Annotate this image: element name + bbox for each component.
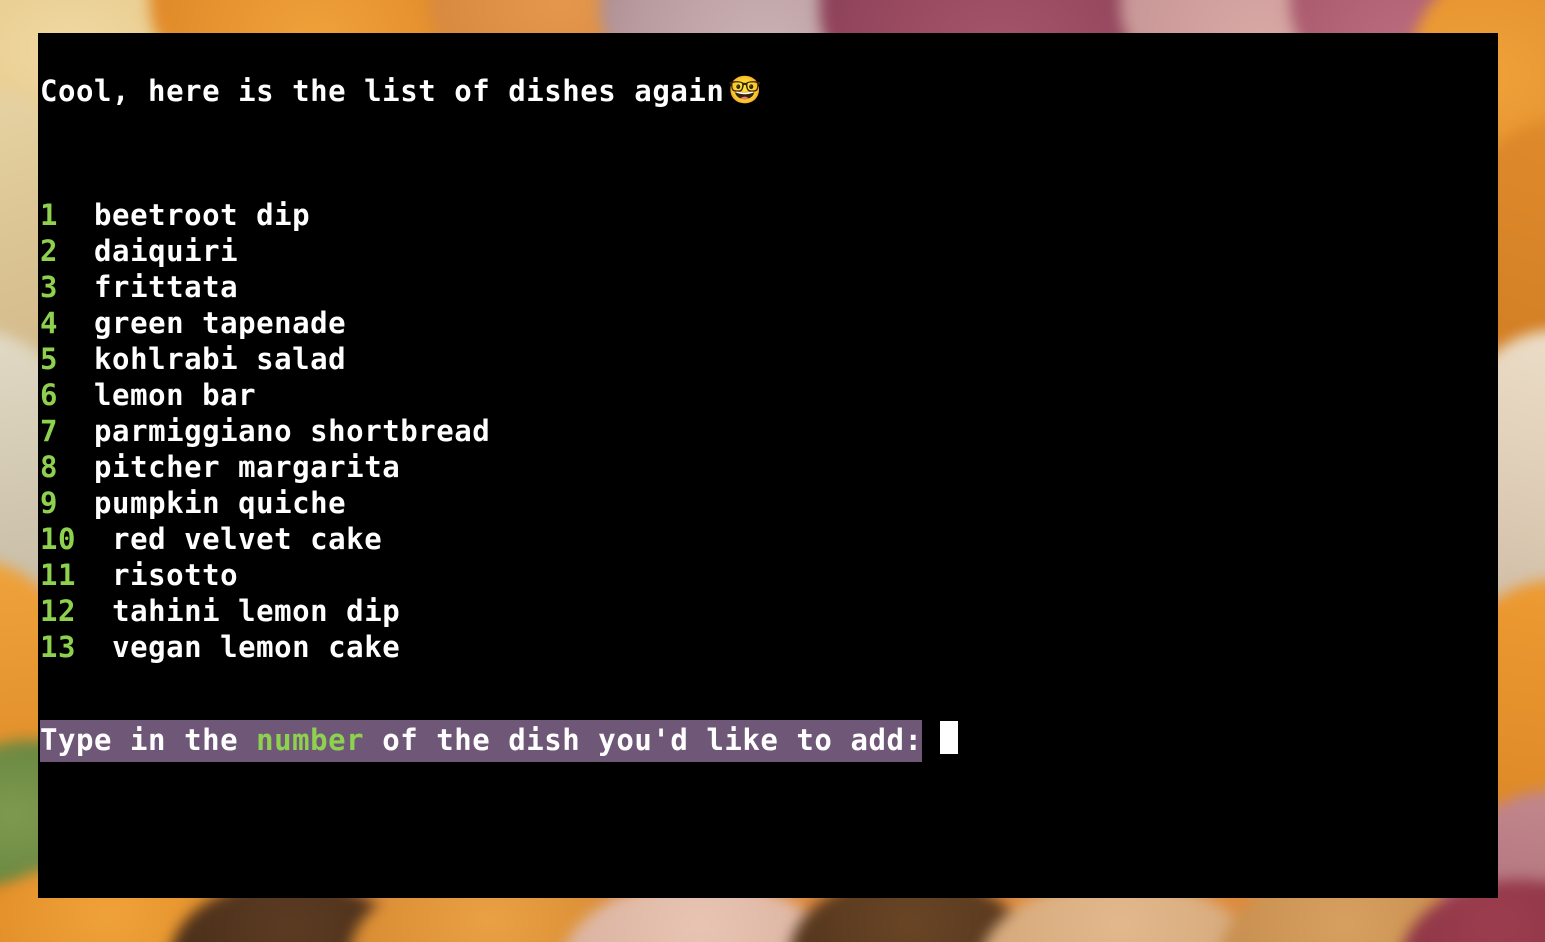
dish-number: 2: [40, 234, 59, 268]
dish-list: 1 beetroot dip 2 daiquiri 3 frittata 4 gree…: [40, 197, 490, 665]
text-cursor[interactable]: [940, 721, 959, 754]
dish-list-item[interactable]: 8 pitcher margarita: [40, 449, 490, 485]
prompt-spacer: [922, 720, 941, 756]
dish-name: tahini lemon dip: [112, 594, 401, 628]
dish-number: 4: [40, 306, 59, 340]
dish-spacer: [58, 486, 94, 520]
dish-list-item[interactable]: 9 pumpkin quiche: [40, 485, 490, 521]
dish-list-item[interactable]: 7 parmiggiano shortbread: [40, 413, 490, 449]
prompt-text-part1: Type in the: [40, 723, 257, 757]
dish-spacer: [58, 342, 94, 376]
terminal-window[interactable]: Cool, here is the list of dishes again 🤓…: [38, 33, 1498, 898]
dish-spacer: [58, 270, 94, 304]
dish-spacer: [58, 450, 94, 484]
dish-number: 12: [40, 594, 77, 628]
dish-number: 6: [40, 378, 59, 412]
dish-list-item[interactable]: 13 vegan lemon cake: [40, 629, 490, 665]
dish-spacer: [76, 558, 112, 592]
dish-spacer: [58, 234, 94, 268]
dish-number: 3: [40, 270, 59, 304]
terminal-output-area[interactable]: Cool, here is the list of dishes again 🤓…: [40, 33, 1498, 898]
dish-spacer: [76, 594, 112, 628]
dish-list-item[interactable]: 10 red velvet cake: [40, 521, 490, 557]
dish-spacer: [76, 522, 112, 556]
dish-name: kohlrabi salad: [94, 342, 347, 376]
dish-number: 7: [40, 414, 59, 448]
dish-number: 9: [40, 486, 59, 520]
dish-name: frittata: [94, 270, 239, 304]
prompt-text-part2: of the dish you'd like to add:: [364, 723, 923, 757]
dish-spacer: [58, 306, 94, 340]
prompt-label: Type in the number of the dish you'd lik…: [40, 720, 923, 762]
dish-spacer: [76, 630, 112, 664]
dish-list-item[interactable]: 4 green tapenade: [40, 305, 490, 341]
dish-number: 5: [40, 342, 59, 376]
nerd-face-emoji: 🤓: [728, 75, 763, 106]
dish-number: 11: [40, 558, 77, 592]
dish-list-item[interactable]: 3 frittata: [40, 269, 490, 305]
dish-name: lemon bar: [94, 378, 257, 412]
dish-name: pitcher margarita: [94, 450, 401, 484]
dish-number: 8: [40, 450, 59, 484]
dish-number: 13: [40, 630, 77, 664]
dish-name: green tapenade: [94, 306, 347, 340]
dish-name: vegan lemon cake: [112, 630, 401, 664]
dish-list-item[interactable]: 11 risotto: [40, 557, 490, 593]
dish-list-item[interactable]: 5 kohlrabi salad: [40, 341, 490, 377]
dish-name: red velvet cake: [112, 522, 383, 556]
dish-name: beetroot dip: [94, 198, 311, 232]
prompt-row[interactable]: Type in the number of the dish you'd lik…: [40, 720, 959, 762]
dish-name: pumpkin quiche: [94, 486, 347, 520]
dish-number: 1: [40, 198, 59, 232]
dish-list-item[interactable]: 1 beetroot dip: [40, 197, 490, 233]
terminal-header-line: Cool, here is the list of dishes again 🤓: [40, 73, 763, 109]
dish-list-item[interactable]: 2 daiquiri: [40, 233, 490, 269]
header-text: Cool, here is the list of dishes again: [40, 74, 725, 108]
prompt-highlight-word: number: [256, 723, 365, 757]
dish-name: daiquiri: [94, 234, 239, 268]
dish-list-item[interactable]: 6 lemon bar: [40, 377, 490, 413]
dish-number: 10: [40, 522, 77, 556]
dish-spacer: [58, 378, 94, 412]
dish-name: risotto: [112, 558, 239, 592]
dish-name: parmiggiano shortbread: [94, 414, 491, 448]
dish-list-item[interactable]: 12 tahini lemon dip: [40, 593, 490, 629]
dish-spacer: [58, 198, 94, 232]
dish-spacer: [58, 414, 94, 448]
